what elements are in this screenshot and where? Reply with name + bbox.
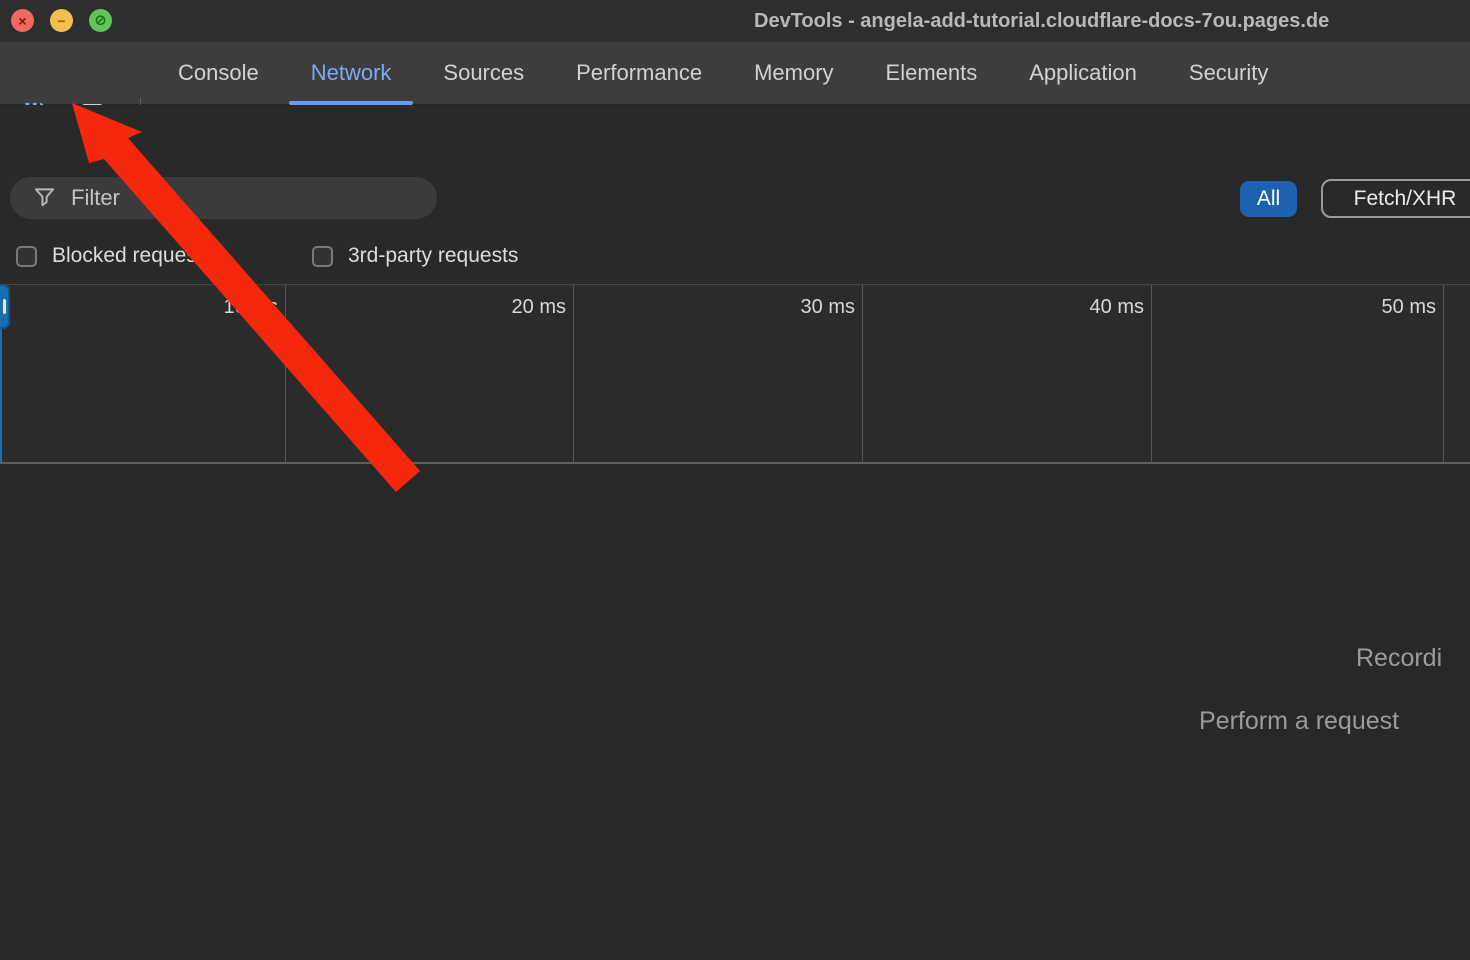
timeline-gridline: [285, 285, 286, 463]
minimize-window-button[interactable]: −: [50, 9, 73, 32]
filter-input[interactable]: [71, 185, 401, 211]
timeline-tick: 30 ms: [574, 294, 855, 320]
timeline-tick: 20 ms: [286, 294, 566, 320]
timeline-tick: 10 ms: [0, 294, 278, 320]
overview-drag-handle[interactable]: [0, 284, 10, 329]
tab-console[interactable]: Console: [152, 42, 285, 105]
blocked-requests-checkbox[interactable]: Blocked requests: [16, 235, 213, 277]
timeline-tick: 50 ms: [1152, 294, 1436, 320]
panel-tabs: Console Network Sources Performance Memo…: [152, 42, 1294, 105]
drag-handle-grip: [3, 299, 6, 314]
tab-application[interactable]: Application: [1003, 42, 1163, 105]
network-log-empty-panel: Recordi Perform a request: [0, 466, 1470, 960]
network-toolbar: Preserve log Disable cache No throttling: [0, 105, 1470, 168]
tab-elements[interactable]: Elements: [860, 42, 1004, 105]
tab-memory[interactable]: Memory: [728, 42, 859, 105]
network-filter-bar: Invert Hide data URLs Hide extension URL…: [0, 168, 1470, 228]
empty-state-line1: Recordi: [1356, 644, 1442, 673]
tab-network[interactable]: Network: [285, 42, 418, 105]
network-overview-timeline[interactable]: 10 ms 20 ms 30 ms 40 ms 50 ms: [0, 284, 1470, 464]
blocked-requests-label: Blocked requests: [52, 244, 213, 268]
timeline-gridline: [1443, 285, 1444, 463]
timeline-gridline: [862, 285, 863, 463]
third-party-requests-label: 3rd-party requests: [348, 244, 518, 268]
title-bar: × − ⊘ DevTools - angela-add-tutorial.clo…: [0, 0, 1470, 42]
zoom-window-button[interactable]: ⊘: [89, 9, 112, 32]
timeline-gridline: [1151, 285, 1152, 463]
traffic-lights: × − ⊘: [11, 9, 112, 32]
request-type-fetch-xhr-button[interactable]: Fetch/XHR: [1321, 179, 1470, 218]
third-party-requests-checkbox[interactable]: 3rd-party requests: [312, 235, 518, 277]
timeline-gridline: [573, 285, 574, 463]
devtools-window: × − ⊘ DevTools - angela-add-tutorial.clo…: [0, 0, 1470, 960]
window-title: DevTools - angela-add-tutorial.cloudflar…: [754, 0, 1329, 42]
tab-performance[interactable]: Performance: [550, 42, 728, 105]
filter-funnel-outline-icon: [10, 187, 57, 209]
empty-state-line2: Perform a request: [1199, 707, 1399, 736]
checkbox-box: [312, 246, 333, 267]
tab-sources[interactable]: Sources: [417, 42, 550, 105]
devtools-tab-bar: Console Network Sources Performance Memo…: [0, 42, 1470, 105]
filter-input-pill: [10, 177, 437, 219]
checkbox-box: [16, 246, 37, 267]
network-filter-bar-row2: Blocked requests 3rd-party requests: [0, 228, 1470, 284]
timeline-tick: 40 ms: [863, 294, 1144, 320]
overview-selection-line: [0, 329, 2, 463]
tab-security[interactable]: Security: [1163, 42, 1294, 105]
request-type-all-button[interactable]: All: [1240, 181, 1297, 217]
close-window-button[interactable]: ×: [11, 9, 34, 32]
